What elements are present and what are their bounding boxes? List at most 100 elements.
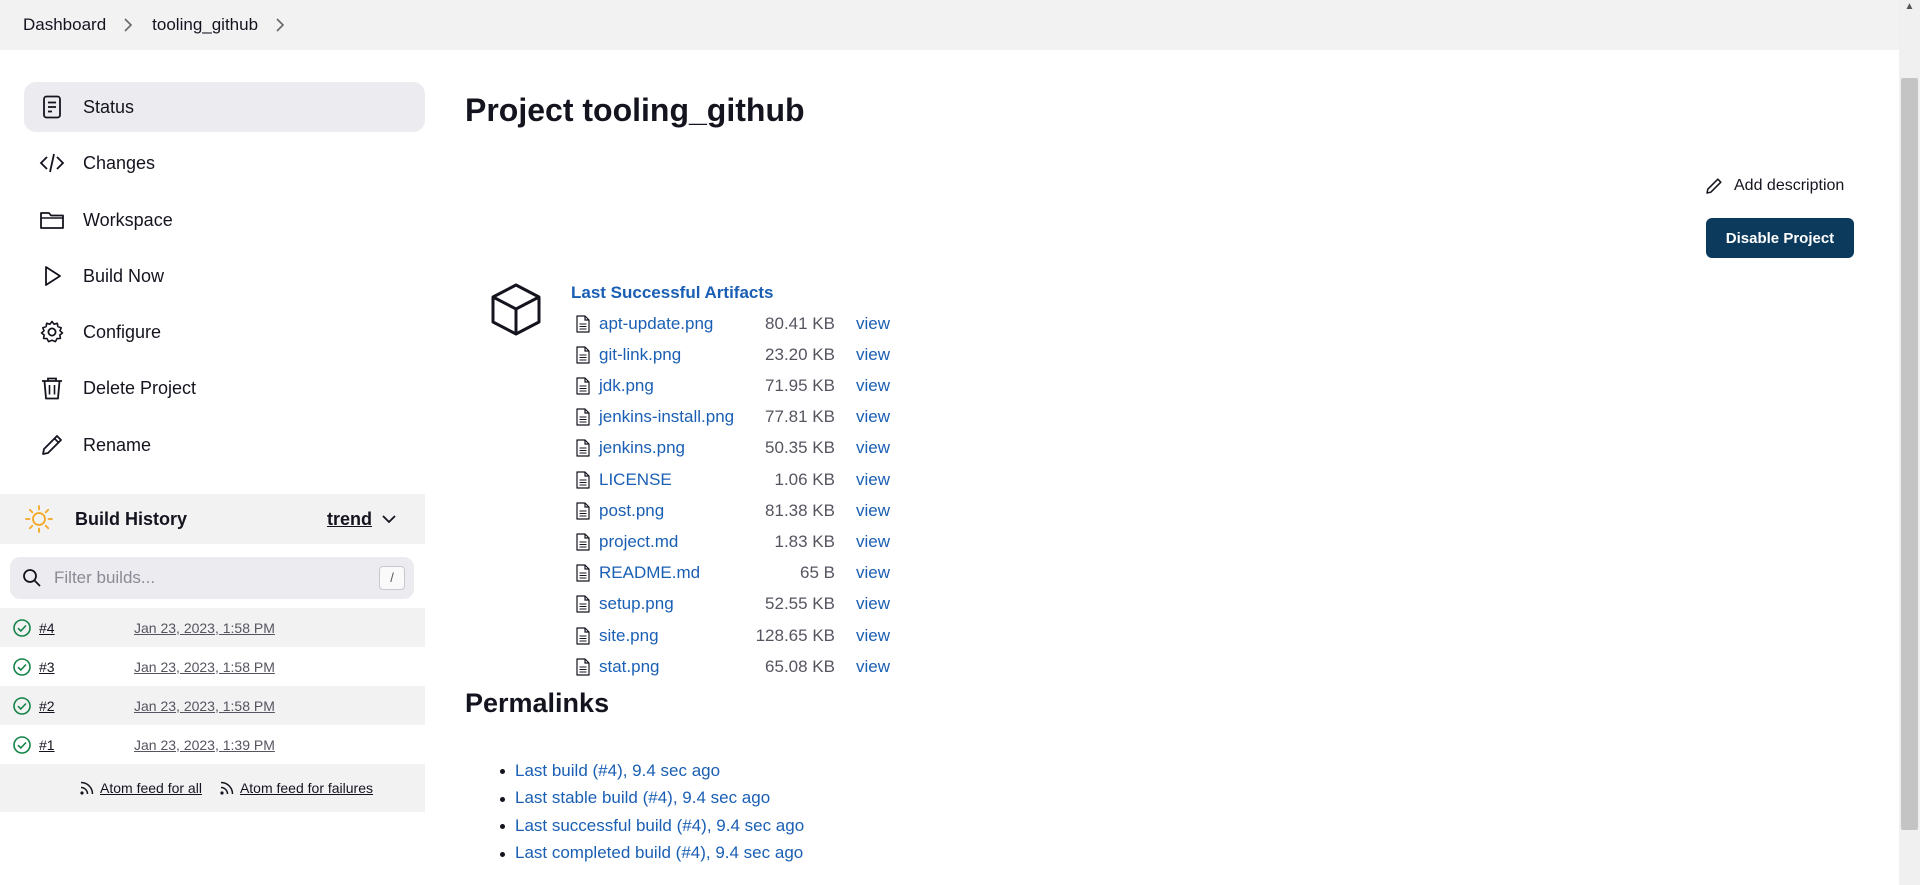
scrollbar-thumb[interactable]	[1901, 78, 1918, 830]
build-history-title: Build History	[75, 508, 188, 529]
success-check-icon	[13, 696, 31, 715]
task-changes[interactable]: Changes	[24, 138, 425, 188]
artifact-row: jdk.png 71.95 KB view	[575, 370, 895, 401]
file-icon	[576, 502, 590, 520]
play-icon	[38, 262, 66, 290]
artifact-name-link[interactable]: site.png	[599, 626, 754, 646]
task-delete-project[interactable]: Delete Project	[24, 363, 425, 413]
artifact-size: 65.08 KB	[765, 656, 835, 676]
artifact-name-link[interactable]: git-link.png	[599, 345, 754, 365]
artifact-view-link[interactable]: view	[856, 314, 890, 334]
artifact-size: 65 B	[800, 563, 835, 583]
task-workspace[interactable]: Workspace	[24, 195, 425, 245]
file-icon	[576, 470, 590, 489]
artifact-name-link[interactable]: apt-update.png	[599, 314, 754, 334]
task-label: Rename	[83, 434, 152, 455]
artifact-row: post.png 81.38 KB view	[575, 495, 895, 526]
last-successful-artifacts-link[interactable]: Last Successful Artifacts	[571, 283, 774, 303]
build-number-link[interactable]: #4	[39, 620, 134, 636]
breadcrumb: Dashboard tooling_github	[0, 0, 1899, 50]
disable-project-button[interactable]: Disable Project	[1706, 218, 1854, 258]
atom-feed-all-link[interactable]: Atom feed for all	[79, 780, 202, 796]
artifact-view-link[interactable]: view	[856, 407, 890, 427]
search-icon	[23, 569, 41, 587]
artifact-size: 77.81 KB	[765, 407, 835, 427]
task-label: Changes	[83, 152, 156, 173]
breadcrumb-project[interactable]: tooling_github	[152, 15, 258, 35]
task-rename[interactable]: Rename	[24, 420, 425, 470]
artifact-row: apt-update.png 80.41 KB view	[575, 308, 895, 339]
build-date-link[interactable]: Jan 23, 2023, 1:58 PM	[134, 659, 275, 675]
artifact-view-link[interactable]: view	[856, 376, 890, 396]
artifact-size: 1.83 KB	[774, 531, 836, 551]
task-build-now[interactable]: Build Now	[24, 251, 425, 301]
artifact-row: README.md 65 B view	[575, 558, 895, 589]
artifact-view-link[interactable]: view	[856, 594, 890, 614]
artifact-name-link[interactable]: jenkins.png	[599, 438, 754, 458]
trend-link[interactable]: trend	[327, 509, 372, 530]
artifact-row: jenkins.png 50.35 KB view	[575, 433, 895, 464]
permalink-last-stable-build[interactable]: Last stable build (#4), 9.4 sec ago	[500, 785, 804, 813]
chevron-right-icon[interactable]	[122, 18, 134, 32]
pencil-icon	[38, 431, 66, 459]
artifact-view-link[interactable]: view	[856, 532, 890, 552]
artifact-view-link[interactable]: view	[856, 345, 890, 365]
filter-builds: /	[10, 557, 414, 599]
build-date-link[interactable]: Jan 23, 2023, 1:58 PM	[134, 620, 275, 636]
filter-builds-input[interactable]	[54, 568, 354, 588]
build-row: #3 Jan 23, 2023, 1:58 PM	[0, 647, 425, 686]
atom-feed-failures-link[interactable]: Atom feed for failures	[219, 780, 373, 796]
pencil-icon	[1706, 178, 1722, 194]
chevron-down-icon[interactable]	[381, 511, 397, 527]
rss-icon	[80, 781, 94, 795]
artifact-size: 23.20 KB	[765, 344, 835, 364]
artifact-name-link[interactable]: stat.png	[599, 657, 754, 677]
code-icon	[38, 149, 66, 177]
artifact-name-link[interactable]: project.md	[599, 532, 754, 552]
artifact-view-link[interactable]: view	[856, 657, 890, 677]
build-date-link[interactable]: Jan 23, 2023, 1:39 PM	[134, 737, 275, 753]
artifact-view-link[interactable]: view	[856, 563, 890, 583]
artifact-name-link[interactable]: post.png	[599, 501, 754, 521]
artifact-name-link[interactable]: jdk.png	[599, 376, 754, 396]
permalink-last-completed-build[interactable]: Last completed build (#4), 9.4 sec ago	[500, 840, 804, 868]
artifact-view-link[interactable]: view	[856, 438, 890, 458]
file-icon	[576, 408, 590, 426]
artifact-size: 128.65 KB	[755, 625, 835, 645]
artifact-size: 1.06 KB	[774, 469, 836, 489]
task-label: Configure	[83, 321, 162, 342]
artifact-row: jenkins-install.png 77.81 KB view	[575, 402, 895, 433]
file-icon	[576, 377, 590, 395]
artifact-view-link[interactable]: view	[856, 626, 890, 646]
keyboard-shortcut-hint: /	[379, 566, 405, 590]
build-number-link[interactable]: #3	[39, 659, 134, 675]
artifact-name-link[interactable]: setup.png	[599, 594, 754, 614]
atom-feed-failures-label: Atom feed for failures	[239, 780, 373, 796]
task-configure[interactable]: Configure	[24, 307, 425, 357]
artifact-view-link[interactable]: view	[856, 470, 890, 490]
artifact-view-link[interactable]: view	[856, 501, 890, 521]
artifact-name-link[interactable]: LICENSE	[599, 470, 754, 490]
file-icon	[576, 533, 590, 551]
artifact-row: git-link.png 23.20 KB view	[575, 339, 895, 370]
permalinks-list: Last build (#4), 9.4 sec ago Last stable…	[500, 757, 804, 867]
chevron-right-icon[interactable]	[274, 18, 286, 32]
breadcrumb-dashboard[interactable]: Dashboard	[23, 15, 106, 35]
build-history-header: Build History trend	[0, 494, 425, 544]
build-number-link[interactable]: #1	[39, 737, 134, 753]
file-icon	[576, 346, 590, 364]
permalink-last-build[interactable]: Last build (#4), 9.4 sec ago	[500, 757, 804, 785]
artifact-size: 52.55 KB	[765, 594, 835, 614]
artifact-name-link[interactable]: README.md	[599, 563, 754, 583]
file-icon	[576, 439, 590, 457]
gear-icon	[38, 318, 66, 346]
success-check-icon	[13, 735, 31, 754]
task-status[interactable]: Status	[24, 82, 425, 132]
task-label: Status	[83, 96, 135, 117]
build-number-link[interactable]: #2	[39, 698, 134, 714]
build-date-link[interactable]: Jan 23, 2023, 1:58 PM	[134, 698, 275, 714]
artifact-name-link[interactable]: jenkins-install.png	[599, 407, 754, 427]
scroll-up-arrow-icon[interactable]: ▲	[1903, 1, 1916, 13]
add-description-link[interactable]: Add description	[1704, 176, 1844, 196]
permalink-last-successful-build[interactable]: Last successful build (#4), 9.4 sec ago	[500, 812, 804, 840]
